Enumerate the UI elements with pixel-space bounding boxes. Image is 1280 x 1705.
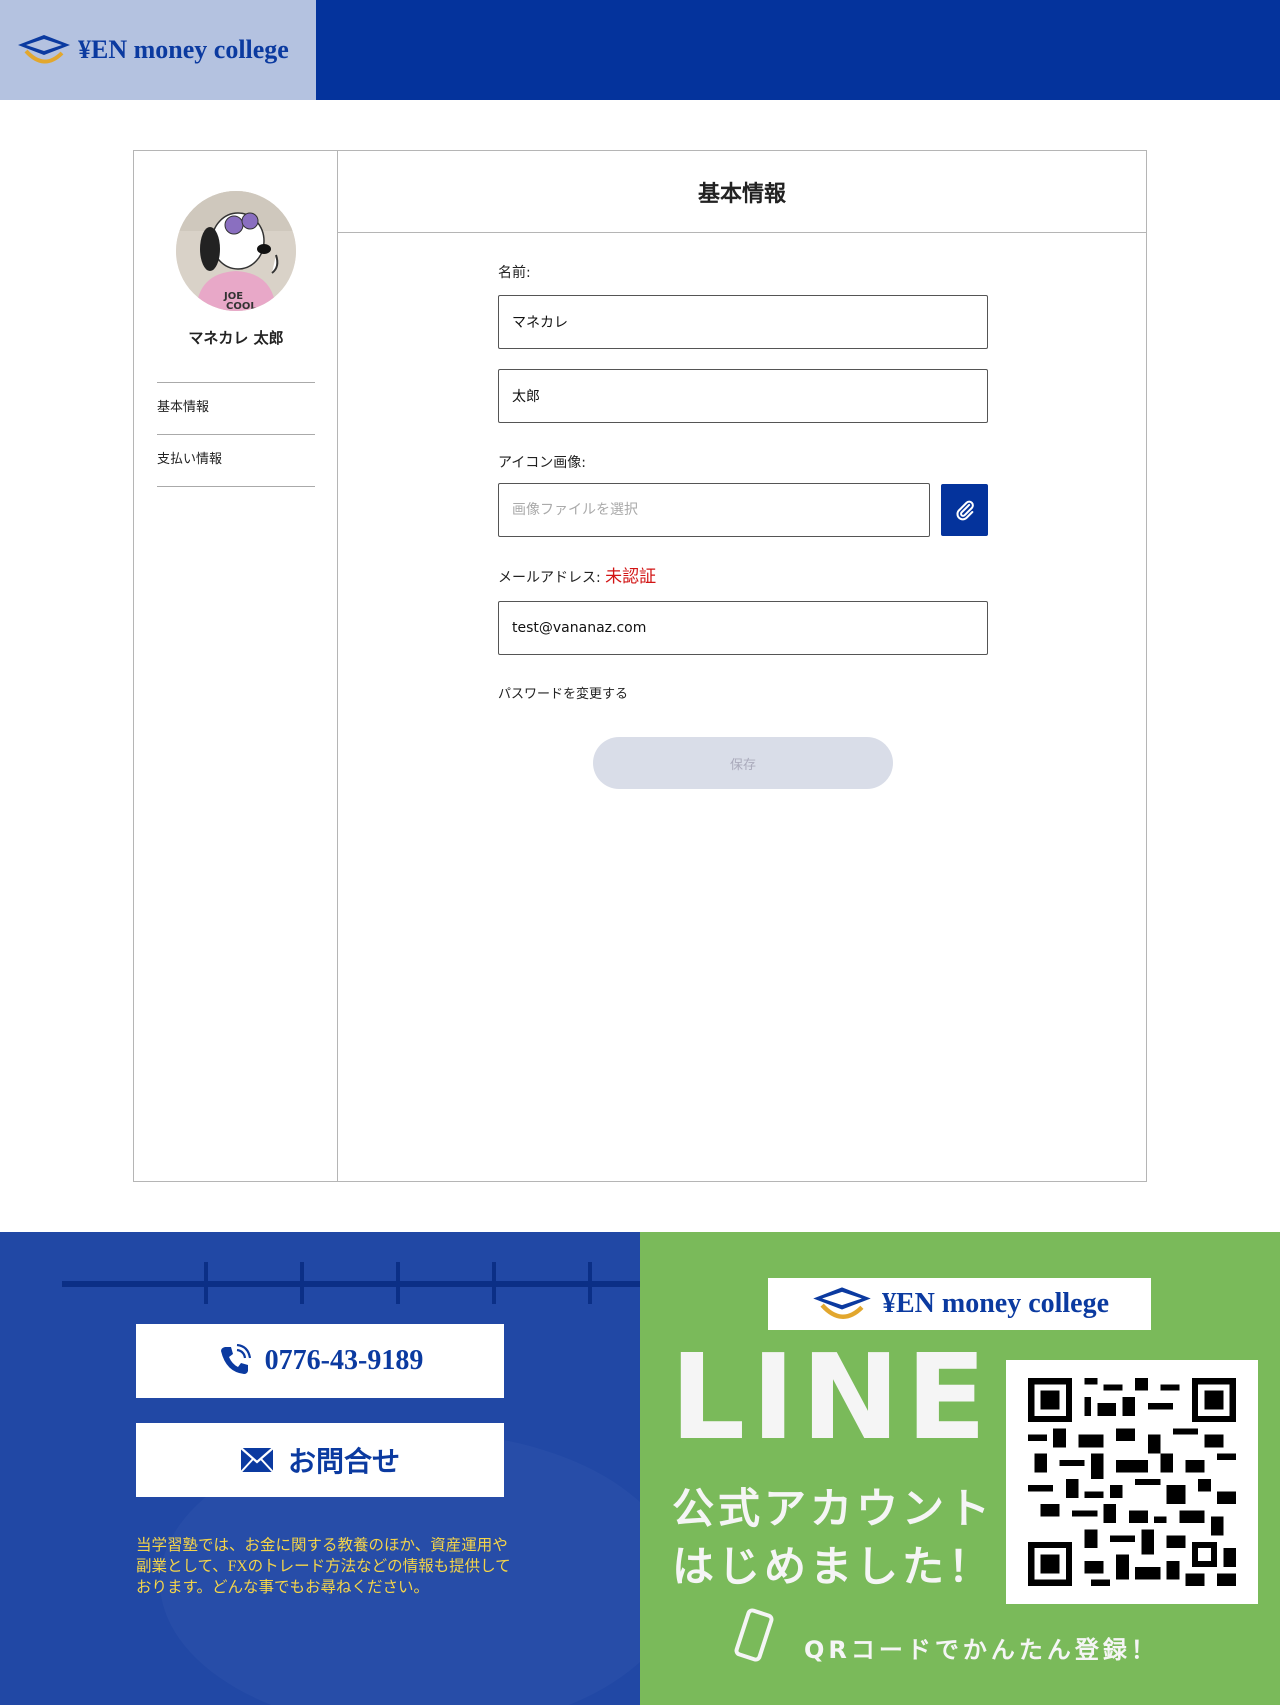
- profile-card: JOE COOL マネカレ 太郎 基本情報 支払い情報 基本情報 名前: アイコ…: [133, 150, 1147, 1182]
- smartphone-icon: [734, 1608, 774, 1662]
- line-logo-text: ¥EN money college: [881, 1288, 1110, 1319]
- main-content: 基本情報 名前: アイコン画像: メールアドレス: 未認証 パスワードを変更する: [338, 151, 1146, 1181]
- line-banner[interactable]: ¥EN money college LINE 公式アカウント はじめました！ Q…: [640, 1232, 1280, 1705]
- line-banner-logo: ¥EN money college: [768, 1278, 1151, 1330]
- line-subtitle: 公式アカウント はじめました！: [672, 1480, 994, 1596]
- line-subtitle-line-2: はじめました！: [672, 1542, 995, 1591]
- site-header: ¥EN money college: [0, 0, 1280, 100]
- sidebar-nav: 基本情報 支払い情報: [157, 382, 315, 487]
- profile-sidebar: JOE COOL マネカレ 太郎 基本情報 支払い情報: [134, 151, 338, 1181]
- mail-icon: [240, 1447, 274, 1473]
- qr-code[interactable]: [1006, 1360, 1258, 1604]
- paperclip-icon: [955, 500, 974, 521]
- contact-label: お問合せ: [287, 1447, 400, 1478]
- icon-file-row: [498, 483, 988, 537]
- qr-caption-text: QRコードでかんたん登録！: [804, 1636, 1159, 1664]
- qr-code-icon: [1028, 1378, 1236, 1586]
- sidebar-item-payment-info[interactable]: 支払い情報: [157, 435, 315, 487]
- email-label-row: メールアドレス: 未認証: [498, 565, 656, 589]
- svg-text:COOL: COOL: [226, 301, 257, 311]
- attach-file-button[interactable]: [941, 484, 988, 536]
- page-title: 基本情報: [338, 151, 1146, 233]
- site-footer: 0776-43-9189 お問合せ 当学習塾では、お金に関する教養のほか、資産運…: [0, 1232, 1280, 1705]
- save-button[interactable]: 保存: [593, 737, 893, 789]
- phone-button[interactable]: 0776-43-9189: [136, 1324, 504, 1398]
- first-name-input[interactable]: [498, 369, 988, 423]
- email-label: メールアドレス:: [498, 570, 601, 586]
- user-name: マネカレ 太郎: [188, 329, 284, 347]
- footer-description: 当学習塾では、お金に関する教養のほか、資産運用や副業として、FXのトレード方法な…: [136, 1537, 511, 1596]
- email-input[interactable]: [498, 601, 988, 655]
- footer-contact: 0776-43-9189 お問合せ 当学習塾では、お金に関する教養のほか、資産運…: [0, 1232, 640, 1705]
- icon-image-label: アイコン画像:: [498, 455, 587, 471]
- phone-number: 0776-43-9189: [264, 1345, 424, 1376]
- site-logo[interactable]: ¥EN money college: [0, 0, 316, 100]
- last-name-input[interactable]: [498, 295, 988, 349]
- logo-text: ¥EN money college: [78, 35, 289, 64]
- graduation-cap-icon: [18, 35, 70, 64]
- icon-file-input[interactable]: [498, 483, 930, 537]
- name-label: 名前:: [498, 265, 531, 281]
- qr-caption: QRコードでかんたん登録！: [734, 1608, 1159, 1665]
- change-password-link[interactable]: パスワードを変更する: [498, 683, 628, 702]
- line-subtitle-line-1: 公式アカウント: [672, 1484, 995, 1533]
- line-title: LINE: [670, 1328, 993, 1466]
- sidebar-item-basic-info[interactable]: 基本情報: [157, 383, 315, 435]
- avatar: JOE COOL: [176, 191, 296, 311]
- contact-button[interactable]: お問合せ: [136, 1423, 504, 1497]
- graduation-cap-icon: [813, 1287, 871, 1319]
- email-status-badge: 未認証: [605, 567, 657, 587]
- phone-icon: [220, 1344, 251, 1374]
